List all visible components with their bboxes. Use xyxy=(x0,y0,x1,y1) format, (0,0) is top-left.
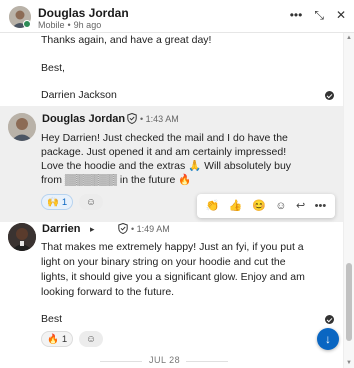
sender-name[interactable]: Douglas Jordan xyxy=(42,113,125,125)
date-divider: JUL 28 xyxy=(0,355,343,367)
verified-shield-icon xyxy=(127,113,137,124)
fire-icon: 🔥 xyxy=(47,333,59,345)
arrow-down-icon: ↓ xyxy=(325,332,331,346)
divider-line xyxy=(186,361,228,362)
scroll-up-icon[interactable]: ▲ xyxy=(346,35,352,41)
message-line: light on your binary string on your hood… xyxy=(41,256,286,268)
contact-status: Mobile • 9h ago xyxy=(38,20,101,30)
scroll-down-icon[interactable]: ▼ xyxy=(346,360,352,366)
scroll-thumb[interactable] xyxy=(346,263,352,341)
time-ago: 9h ago xyxy=(73,20,102,30)
conversation-header: Douglas Jordan Mobile • 9h ago ••• ⤡ ✕ xyxy=(0,0,354,33)
separator: • xyxy=(131,224,135,234)
message-line: Love the hoodie and the extras 🙏 Will ab… xyxy=(41,160,292,172)
read-receipt-icon xyxy=(325,91,334,100)
message-line: Best, xyxy=(41,62,65,74)
more-icon[interactable]: ••• xyxy=(315,199,327,213)
add-reaction-icon: ☺ xyxy=(85,196,97,208)
more-icon[interactable]: ••• xyxy=(290,8,303,22)
timestamp: 1:49 AM xyxy=(136,224,170,234)
separator: • xyxy=(140,114,144,124)
contact-name[interactable]: Douglas Jordan xyxy=(38,6,129,20)
raising-hands-icon: 🙌 xyxy=(47,196,59,208)
reaction-count: 1 xyxy=(61,333,68,345)
add-reaction-icon[interactable]: ☺ xyxy=(275,199,286,213)
header-actions: ••• ⤡ ✕ xyxy=(290,8,346,22)
collapse-icon[interactable]: ⤡ xyxy=(314,8,324,22)
message-signoff: Best xyxy=(41,313,63,325)
device-label: Mobile xyxy=(38,20,65,30)
separator: • xyxy=(67,20,71,30)
sender-name[interactable]: Darrien xyxy=(42,223,81,235)
date-label: JUL 28 xyxy=(149,355,181,365)
avatar[interactable] xyxy=(8,223,36,251)
reaction-pill[interactable]: 🙌 1 xyxy=(41,194,74,210)
celebrate-icon[interactable]: 👏 xyxy=(206,199,220,213)
message-time: • 1:49 AM xyxy=(131,224,170,234)
message-line: Thanks again, and have a great day! xyxy=(41,34,212,46)
device-icon: ▸ xyxy=(90,224,95,234)
add-reaction-button[interactable]: ☺ xyxy=(79,194,103,210)
message-line: Hey Darrien! Just checked the mail and I… xyxy=(41,132,288,144)
reaction-pill[interactable]: 🔥 1 xyxy=(41,331,74,347)
message-line: That makes me extremely happy! Just an f… xyxy=(41,241,304,253)
close-icon[interactable]: ✕ xyxy=(336,8,346,22)
message-line: package. Just opened it and am certainly… xyxy=(41,146,287,158)
message-actions-bar: 👏 👍 😊 ☺ ↩ ••• xyxy=(197,194,335,218)
message-line: from ▒▒▒▒▒▒▒ in the future 🔥 xyxy=(41,174,192,186)
message-line: lights, it should give you a significant… xyxy=(41,271,305,283)
read-receipt-icon xyxy=(325,315,334,324)
message-time: • 1:43 AM xyxy=(140,114,179,124)
verified-shield-icon xyxy=(118,223,128,234)
add-reaction-button[interactable]: ☺ xyxy=(79,331,103,347)
add-reaction-icon: ☺ xyxy=(85,333,97,345)
scrollbar[interactable]: ▲ ▼ xyxy=(343,33,354,368)
reply-icon[interactable]: ↩ xyxy=(296,199,305,213)
message-line: looking forward to the future. xyxy=(41,286,175,298)
smile-icon[interactable]: 😊 xyxy=(252,199,266,213)
message-line: Darrien Jackson xyxy=(41,89,117,101)
reaction-count: 1 xyxy=(61,196,68,208)
like-icon[interactable]: 👍 xyxy=(229,199,243,213)
jump-to-latest-button[interactable]: ↓ xyxy=(317,328,339,350)
presence-indicator xyxy=(23,20,31,28)
avatar[interactable] xyxy=(8,113,36,141)
timestamp: 1:43 AM xyxy=(145,114,179,124)
divider-line xyxy=(100,361,142,362)
